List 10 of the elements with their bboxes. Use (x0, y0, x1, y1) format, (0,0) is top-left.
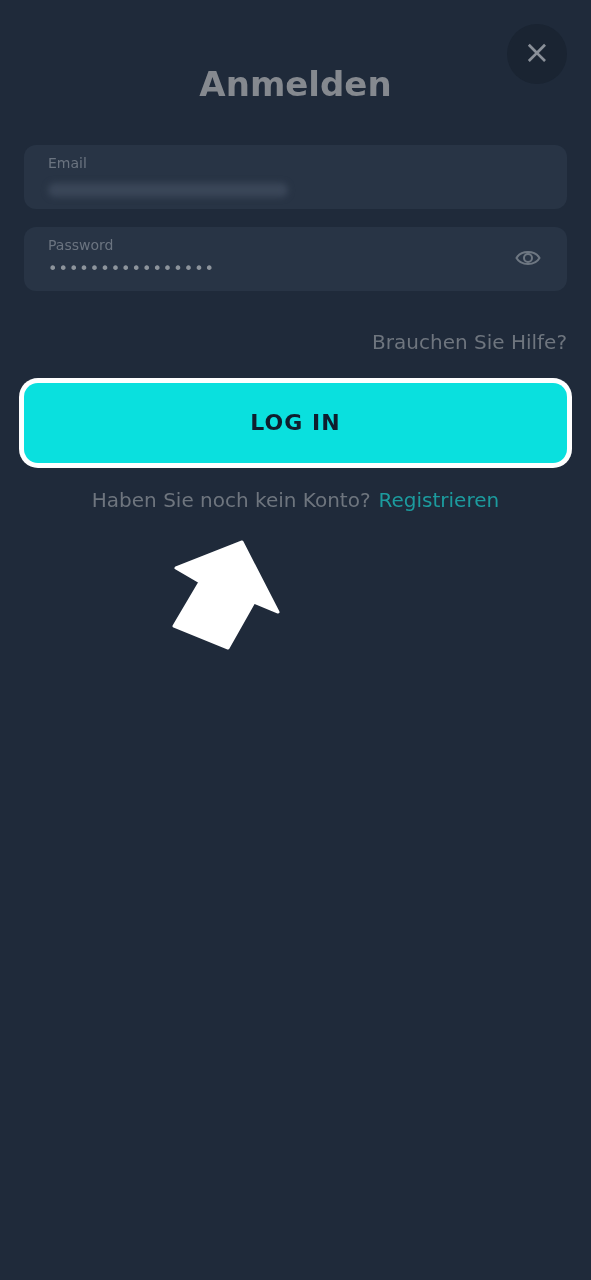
field-value: •••••••••••••••• (48, 257, 216, 280)
page-title: Anmelden (198, 64, 393, 105)
field-label: Password (48, 235, 114, 255)
help-link[interactable]: Brauchen Sie Hilfe? (372, 326, 567, 357)
field-label: Email (48, 153, 87, 173)
register-link[interactable]: Registrieren (378, 484, 500, 515)
close-button[interactable]: × (507, 24, 567, 84)
input-field[interactable]: Email (24, 144, 567, 209)
signup-prompt: Haben Sie noch kein Konto? (91, 486, 371, 514)
input-field[interactable]: Password •••••••••••••••• (24, 226, 567, 291)
